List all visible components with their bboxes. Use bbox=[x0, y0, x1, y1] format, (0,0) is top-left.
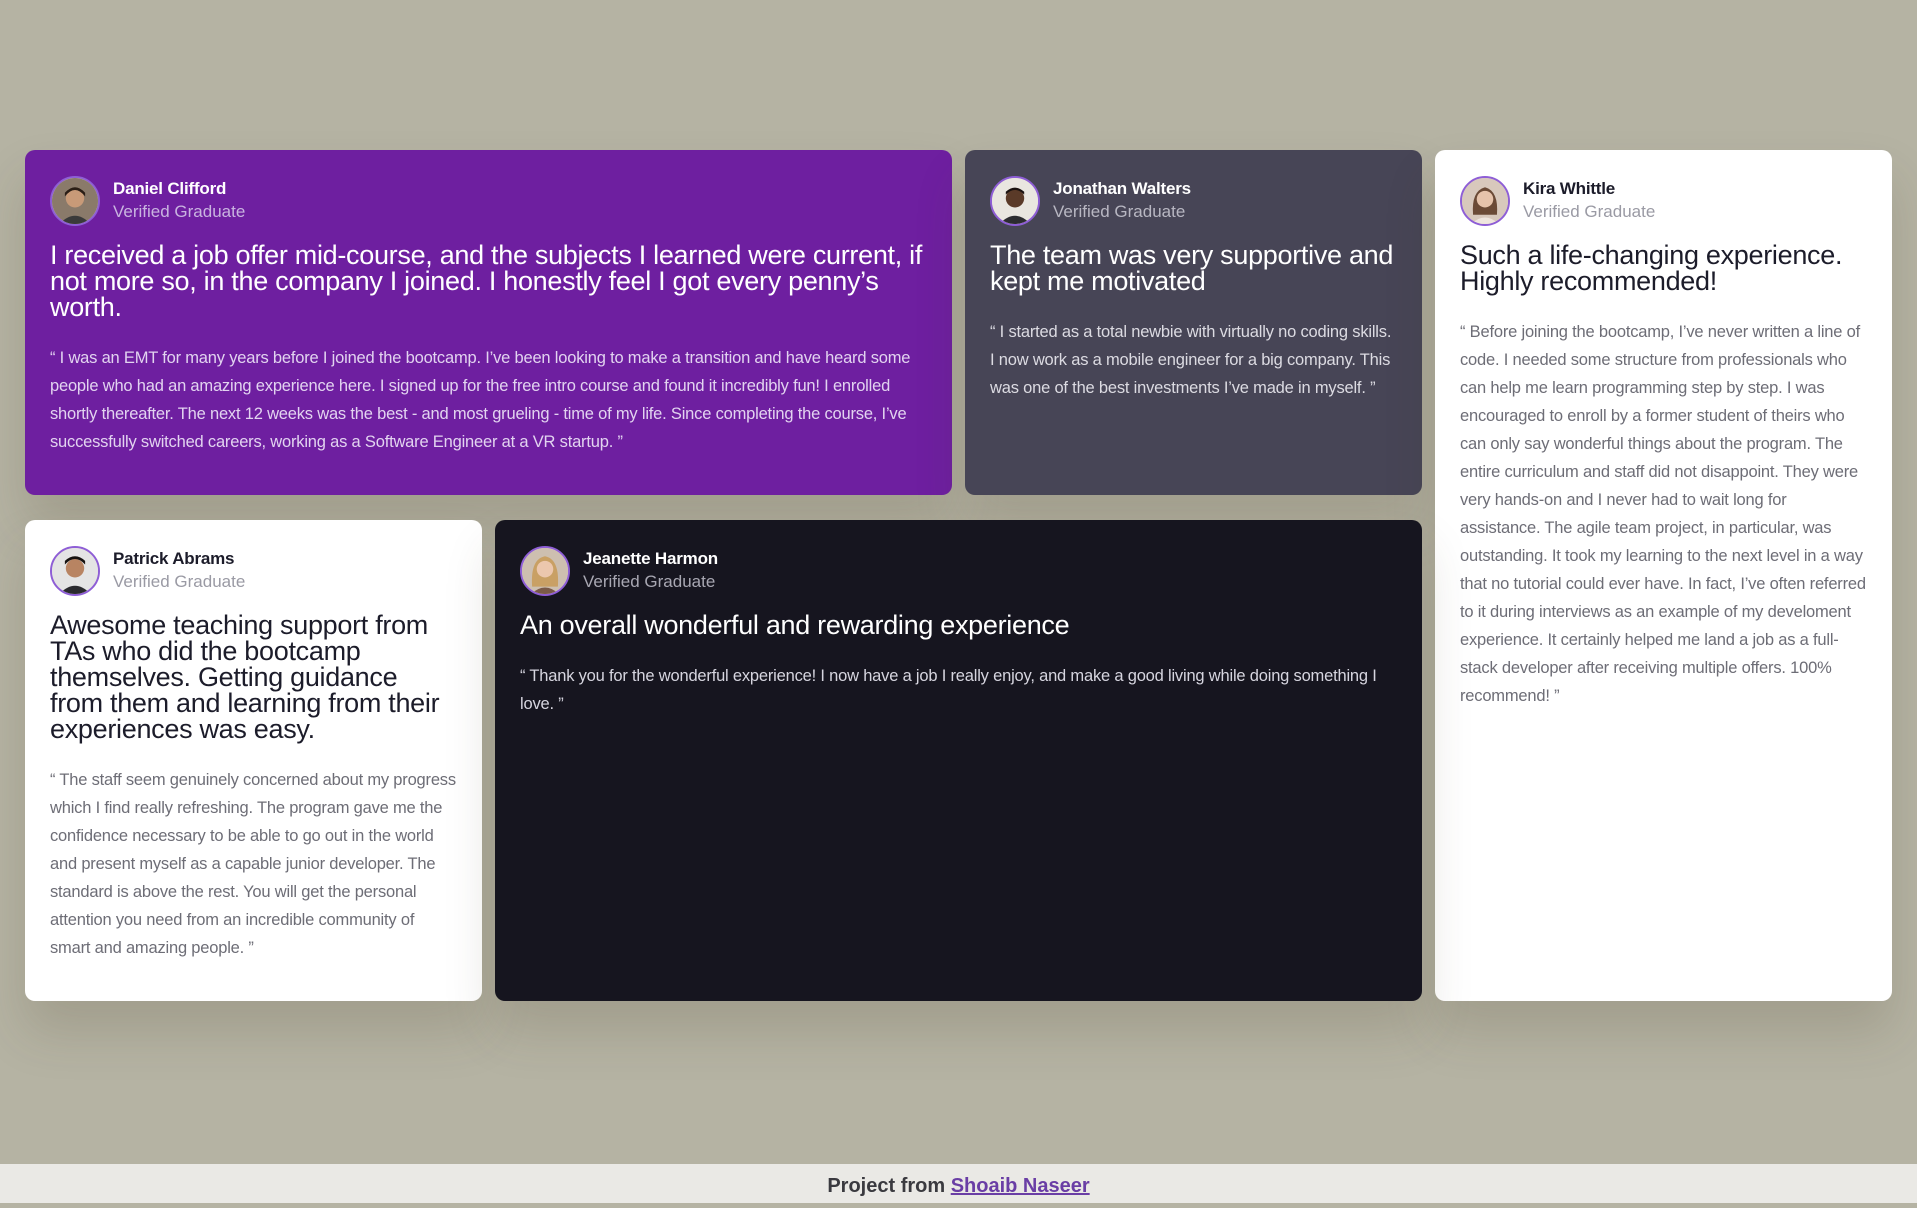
testimonial-card-daniel: Daniel Clifford Verified Graduate I rece… bbox=[25, 150, 952, 495]
author-role: Verified Graduate bbox=[113, 202, 246, 221]
author-meta: Patrick Abrams Verified Graduate bbox=[113, 548, 245, 594]
avatar bbox=[50, 546, 100, 596]
avatar-image bbox=[1462, 178, 1508, 224]
avatar bbox=[990, 176, 1040, 226]
author-role: Verified Graduate bbox=[113, 572, 246, 591]
testimonial-card-jeanette: Jeanette Harmon Verified Graduate An ove… bbox=[495, 520, 1422, 1001]
avatar-image bbox=[52, 178, 98, 224]
attribution-prefix: Project from bbox=[827, 1175, 946, 1197]
testimonials-grid: Daniel Clifford Verified Graduate I rece… bbox=[25, 150, 1892, 1001]
author-link[interactable]: Shoaib Naseer bbox=[951, 1175, 1090, 1197]
testimonial-quote: “ I was an EMT for many years before I j… bbox=[50, 349, 911, 451]
attribution-footer: Project from Shoaib Naseer bbox=[0, 1164, 1917, 1203]
card-header: Patrick Abrams Verified Graduate bbox=[50, 546, 457, 596]
author-name: Patrick Abrams bbox=[113, 549, 235, 568]
author-name: Daniel Clifford bbox=[113, 179, 227, 198]
testimonial-title: An overall wonderful and rewarding exper… bbox=[520, 610, 1070, 640]
author-name: Kira Whittle bbox=[1523, 179, 1616, 198]
card-header: Jonathan Walters Verified Graduate bbox=[990, 176, 1397, 226]
testimonial-quote: “ Thank you for the wonderful experience… bbox=[520, 667, 1377, 713]
testimonial-quote: “ I started as a total newbie with virtu… bbox=[990, 323, 1392, 397]
author-role: Verified Graduate bbox=[1053, 202, 1186, 221]
testimonial-quote: “ The staff seem genuinely concerned abo… bbox=[50, 771, 456, 957]
author-meta: Daniel Clifford Verified Graduate bbox=[113, 178, 245, 224]
avatar-image bbox=[992, 178, 1038, 224]
card-header: Daniel Clifford Verified Graduate bbox=[50, 176, 927, 226]
avatar-image bbox=[52, 548, 98, 594]
author-role: Verified Graduate bbox=[1523, 202, 1656, 221]
author-name: Jeanette Harmon bbox=[583, 549, 718, 568]
testimonial-card-patrick: Patrick Abrams Verified Graduate Awesome… bbox=[25, 520, 482, 1001]
avatar-image bbox=[522, 548, 568, 594]
avatar bbox=[50, 176, 100, 226]
testimonial-title: Awesome teaching support from TAs who di… bbox=[50, 610, 440, 744]
testimonial-title: I received a job offer mid-course, and t… bbox=[50, 240, 923, 322]
testimonial-card-kira: Kira Whittle Verified Graduate Such a li… bbox=[1435, 150, 1892, 1001]
testimonial-quote: “ Before joining the bootcamp, I’ve neve… bbox=[1460, 323, 1866, 705]
card-header: Kira Whittle Verified Graduate bbox=[1460, 176, 1867, 226]
avatar bbox=[1460, 176, 1510, 226]
author-role: Verified Graduate bbox=[583, 572, 716, 591]
author-meta: Jonathan Walters Verified Graduate bbox=[1053, 178, 1191, 224]
testimonial-card-jonathan: Jonathan Walters Verified Graduate The t… bbox=[965, 150, 1422, 495]
author-meta: Jeanette Harmon Verified Graduate bbox=[583, 548, 718, 594]
avatar bbox=[520, 546, 570, 596]
author-name: Jonathan Walters bbox=[1053, 179, 1191, 198]
testimonial-title: The team was very supportive and kept me… bbox=[990, 240, 1394, 296]
testimonial-title: Such a life-changing experience. Highly … bbox=[1460, 240, 1843, 296]
author-meta: Kira Whittle Verified Graduate bbox=[1523, 178, 1655, 224]
card-header: Jeanette Harmon Verified Graduate bbox=[520, 546, 1397, 596]
